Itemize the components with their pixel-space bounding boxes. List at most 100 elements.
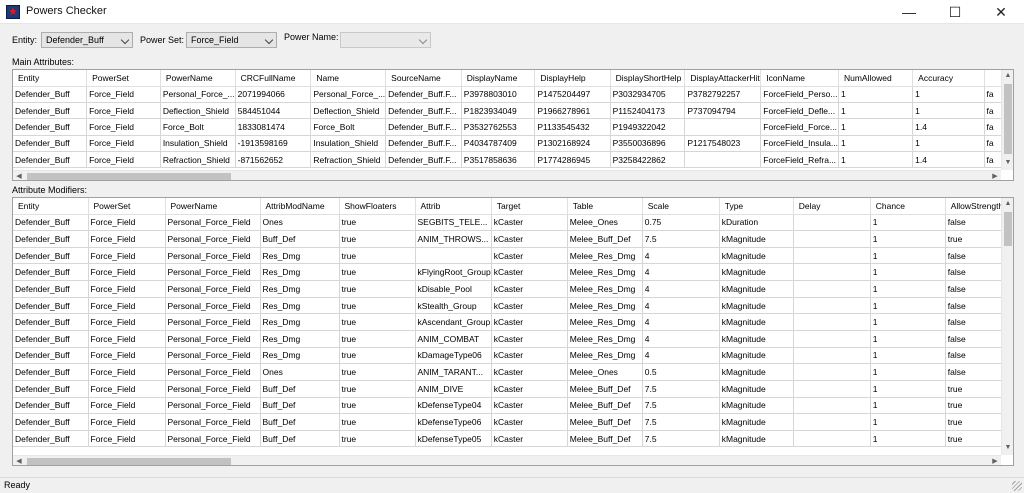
table-cell[interactable]: Res_Dmg	[260, 247, 340, 265]
table-cell[interactable]: kMagnitude	[719, 330, 794, 348]
table-cell[interactable]: Ones	[260, 214, 340, 232]
mods-grid-horizontal-thumb[interactable]	[27, 458, 231, 465]
scroll-up-icon[interactable]: ▲	[1002, 71, 1013, 81]
table-cell[interactable]: Melee_Buff_Def	[567, 430, 643, 448]
table-cell[interactable]: 7.5	[642, 397, 720, 415]
table-cell[interactable]: kCaster	[491, 430, 568, 448]
table-cell[interactable]: kMagnitude	[719, 247, 794, 265]
column-header[interactable]: Entity	[13, 70, 88, 87]
column-header[interactable]: CRCFullName	[235, 70, 312, 87]
table-cell[interactable]: Personal_Force_Field	[165, 363, 261, 381]
table-cell[interactable]: kCaster	[491, 330, 568, 348]
maximize-button[interactable]: ☐	[932, 0, 978, 24]
table-cell[interactable]: kMagnitude	[719, 380, 794, 398]
table-cell[interactable]: 1	[838, 86, 914, 103]
table-cell[interactable]: Force_Field	[88, 214, 166, 232]
table-cell[interactable]: Deflection_Shield	[310, 102, 387, 120]
table-cell[interactable]: 4	[642, 263, 720, 282]
column-header[interactable]: Target	[491, 198, 568, 215]
column-header[interactable]: Accuracy	[912, 70, 985, 87]
column-header[interactable]: PowerSet	[88, 198, 166, 215]
table-cell[interactable]: Res_Dmg	[260, 297, 340, 315]
table-cell[interactable]: Defender_Buff.F...	[385, 102, 462, 120]
table-cell[interactable]	[793, 330, 871, 348]
table-cell[interactable]: 4	[642, 280, 720, 298]
table-row[interactable]: Defender_Buff Force_Field Personal_Force_F…	[13, 214, 1007, 232]
table-cell[interactable]: Insulation_Shield	[310, 135, 387, 153]
table-cell[interactable]: Force_Field	[88, 397, 166, 415]
entity-select[interactable]: Defender_Buff	[41, 32, 133, 48]
table-cell[interactable]: 1	[912, 102, 985, 120]
table-cell[interactable]: Defender_Buff	[13, 230, 89, 248]
table-cell[interactable]: 7.5	[642, 413, 720, 431]
table-cell[interactable]: 4	[642, 330, 720, 348]
mods-grid-vertical-scrollbar[interactable]: ▲ ▼	[1001, 198, 1013, 455]
table-cell[interactable]: Defender_Buff.F...	[385, 118, 462, 136]
table-cell[interactable]: Defender_Buff	[13, 380, 89, 398]
scroll-right-icon[interactable]: ▶	[989, 457, 1001, 465]
table-cell[interactable]: -1913598169	[235, 135, 312, 153]
table-cell[interactable]: Res_Dmg	[260, 347, 340, 365]
table-cell[interactable]	[793, 313, 871, 331]
table-cell[interactable]: kMagnitude	[719, 363, 794, 381]
table-cell[interactable]	[793, 413, 871, 431]
column-header[interactable]: PowerSet	[86, 70, 161, 87]
table-cell[interactable]: true	[339, 430, 416, 448]
table-cell[interactable]: Defender_Buff.F...	[385, 135, 462, 153]
table-cell[interactable]: 2071994066	[235, 86, 312, 103]
table-row[interactable]: Defender_Buff Force_Field Deflection_Shiel…	[13, 102, 1013, 120]
table-cell[interactable]: Defender_Buff	[13, 135, 88, 153]
table-cell[interactable]: Melee_Res_Dmg	[567, 330, 643, 348]
table-cell[interactable]: Defender_Buff	[13, 347, 89, 365]
table-cell[interactable]: P4034787409	[461, 135, 536, 153]
table-cell[interactable]: Defender_Buff	[13, 297, 89, 315]
table-cell[interactable]: Force_Field	[88, 247, 166, 265]
table-cell[interactable]	[793, 430, 871, 448]
table-cell[interactable]	[793, 214, 871, 232]
table-cell[interactable]: true	[339, 380, 416, 398]
table-cell[interactable]: P1133545432	[534, 118, 611, 136]
table-cell[interactable]: Defender_Buff	[13, 280, 89, 298]
table-cell[interactable]: kMagnitude	[719, 280, 794, 298]
main-grid-vertical-scrollbar[interactable]: ▲ ▼	[1001, 70, 1013, 170]
table-cell[interactable]: ForceField_Perso...	[760, 86, 839, 103]
table-cell[interactable]: 1.4	[912, 151, 985, 169]
table-cell[interactable]: ANIM_TARANT...	[415, 363, 492, 381]
table-cell[interactable]: Defender_Buff	[13, 330, 89, 348]
table-cell[interactable]: true	[945, 230, 1007, 248]
table-cell[interactable]: Melee_Ones	[567, 214, 643, 232]
table-cell[interactable]: P3550036896	[610, 135, 686, 153]
mods-grid-horizontal-scrollbar[interactable]: ◀ ▶	[13, 455, 1001, 465]
table-cell[interactable]: 1	[838, 102, 914, 120]
column-header[interactable]: PowerName	[165, 198, 261, 215]
column-header[interactable]: Name	[310, 70, 387, 87]
table-cell[interactable]: Melee_Buff_Def	[567, 413, 643, 431]
table-cell[interactable]: 4	[642, 247, 720, 265]
table-cell[interactable]: kCaster	[491, 280, 568, 298]
table-cell[interactable]: Deflection_Shield	[160, 102, 236, 120]
table-cell[interactable]: true	[339, 280, 416, 298]
table-cell[interactable]: kFlyingRoot_Group	[415, 263, 492, 282]
table-cell[interactable]: 1	[870, 430, 946, 448]
table-cell[interactable]: Force_Bolt	[310, 118, 387, 136]
table-cell[interactable]: P1966278961	[534, 102, 611, 120]
resize-grip-icon[interactable]	[1012, 481, 1022, 491]
table-cell[interactable]: 1	[838, 118, 914, 136]
main-grid-horizontal-scrollbar[interactable]: ◀ ▶	[13, 170, 1001, 180]
table-cell[interactable]: true	[339, 347, 416, 365]
table-cell[interactable]: 1	[912, 86, 985, 103]
table-cell[interactable]	[415, 247, 492, 265]
table-cell[interactable]: P1774286945	[534, 151, 611, 169]
table-cell[interactable]: P1475204497	[534, 86, 611, 103]
table-cell[interactable]: true	[945, 380, 1007, 398]
column-header[interactable]: DisplayShortHelp	[610, 70, 686, 87]
table-cell[interactable]: Force_Field	[88, 230, 166, 248]
table-cell[interactable]: 1	[870, 380, 946, 398]
table-cell[interactable]: true	[339, 363, 416, 381]
table-cell[interactable]: Melee_Res_Dmg	[567, 297, 643, 315]
table-cell[interactable]: 1	[870, 263, 946, 282]
table-cell[interactable]: kCaster	[491, 413, 568, 431]
main-attributes-grid[interactable]: Entity PowerSet PowerName CRCFullName Name So…	[12, 69, 1014, 181]
table-cell[interactable]: Melee_Res_Dmg	[567, 247, 643, 265]
table-cell[interactable]: P1217548023	[684, 135, 762, 153]
